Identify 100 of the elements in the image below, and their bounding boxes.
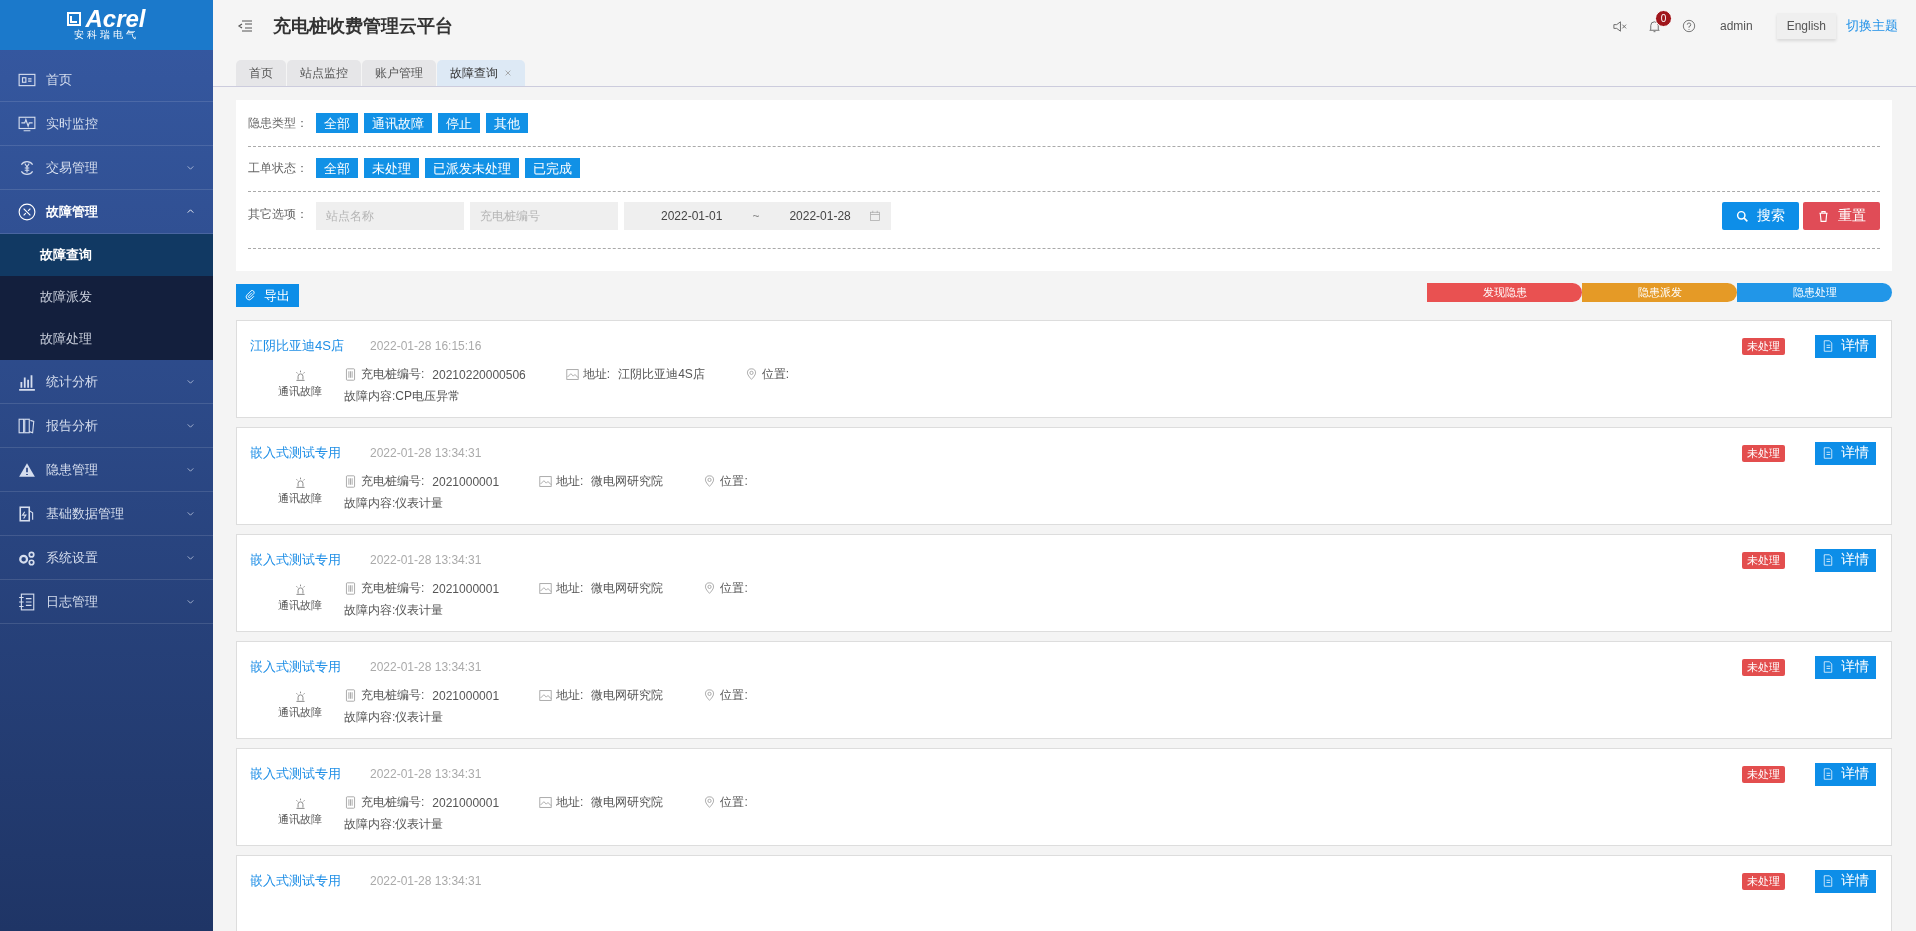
bar-chart-icon (18, 372, 36, 391)
sidebar-menu-item[interactable]: 实时监控 (0, 102, 213, 146)
image-icon (539, 582, 553, 595)
fault-time: 2022-01-28 13:34:31 (370, 874, 482, 888)
document-icon (1822, 768, 1834, 780)
station-name-link[interactable]: 嵌入式测试专用 (250, 658, 370, 676)
chevron-down-icon (186, 509, 195, 518)
fuel-pump-icon (18, 504, 36, 523)
filter-option-button[interactable]: 其他 (486, 113, 528, 133)
fault-time: 2022-01-28 13:34:31 (370, 446, 482, 460)
fault-type: 通讯故障 (278, 491, 322, 506)
location-pin-icon (744, 368, 758, 381)
language-switch[interactable]: English (1776, 13, 1836, 39)
user-name[interactable]: admin (1719, 19, 1753, 33)
submenu-item[interactable]: 故障处理 (0, 318, 213, 360)
status-badge: 未处理 (1742, 444, 1785, 462)
mute-icon (1611, 18, 1627, 34)
yen-cycle-icon (18, 158, 36, 177)
address-label: 地址: (556, 580, 584, 597)
sidebar-menu-item[interactable]: 报告分析 (0, 404, 213, 448)
fault-content: 故障内容:仪表计量 (344, 602, 445, 619)
submenu-item[interactable]: 故障查询 (0, 234, 213, 276)
fault-time: 2022-01-28 13:34:31 (370, 553, 482, 567)
process-step: 发现隐患 (1427, 283, 1582, 302)
fault-type: 通讯故障 (278, 705, 322, 720)
fault-type: 通讯故障 (278, 812, 322, 827)
submenu-item[interactable]: 故障派发 (0, 276, 213, 318)
page-tab[interactable]: 故障查询 (437, 60, 525, 86)
location-label: 位置: (720, 794, 748, 811)
detail-button[interactable]: 详情 (1815, 655, 1876, 679)
alarm-light-icon (293, 690, 307, 703)
station-name-link[interactable]: 江阴比亚迪4S店 (250, 337, 370, 355)
filter-option-button[interactable]: 通讯故障 (364, 113, 432, 133)
notification-bell-icon[interactable] (1646, 18, 1662, 34)
search-button[interactable]: 搜索 (1722, 202, 1799, 230)
filter-option-button[interactable]: 停止 (438, 113, 480, 133)
image-icon (539, 475, 553, 488)
filter-label: 工单状态： (248, 159, 308, 177)
sidebar-menu-item[interactable]: 首页 (0, 58, 213, 102)
detail-button[interactable]: 详情 (1815, 762, 1876, 786)
app-title: 充电桩收费管理云平台 (273, 15, 454, 38)
sidebar-menu-item[interactable]: 隐患管理 (0, 448, 213, 492)
pile-number-label: 充电桩编号: (361, 794, 425, 811)
filter-option-button[interactable]: 全部 (316, 158, 358, 178)
filter-option-button[interactable]: 未处理 (364, 158, 419, 178)
image-icon (539, 796, 553, 809)
address-value: 江阴比亚迪4S店 (618, 366, 705, 383)
image-icon (565, 368, 579, 381)
document-icon (1822, 661, 1834, 673)
sidebar-menu-item[interactable]: 统计分析 (0, 360, 213, 404)
filter-label: 隐患类型： (248, 114, 308, 132)
station-name-link[interactable]: 嵌入式测试专用 (250, 444, 370, 462)
station-name-link[interactable]: 嵌入式测试专用 (250, 872, 370, 890)
chevron-down-icon (186, 597, 195, 606)
alarm-light-icon (293, 369, 307, 382)
station-name-link[interactable]: 嵌入式测试专用 (250, 765, 370, 783)
sidebar-menu-item[interactable]: 交易管理 (0, 146, 213, 190)
address-label: 地址: (556, 473, 584, 490)
chevron-down-icon (186, 377, 195, 386)
fault-content: 故障内容:CP电压异常 (344, 388, 461, 405)
detail-button[interactable]: 详情 (1815, 548, 1876, 572)
sidebar-menu-item[interactable]: 系统设置 (0, 536, 213, 580)
pile-number: 2021000001 (432, 688, 500, 703)
sidebar-menu-item[interactable]: 基础数据管理 (0, 492, 213, 536)
pile-number: 2021000001 (432, 474, 500, 489)
detail-button[interactable]: 详情 (1815, 441, 1876, 465)
fault-type: 通讯故障 (278, 598, 322, 613)
address-value: 微电网研究院 (591, 473, 664, 490)
page-tab[interactable]: 账户管理 (362, 60, 436, 86)
fault-time: 2022-01-28 16:15:16 (370, 339, 482, 353)
detail-button[interactable]: 详情 (1815, 869, 1876, 893)
filter-option-button[interactable]: 全部 (316, 113, 358, 133)
reset-button[interactable]: 重置 (1803, 202, 1880, 230)
theme-switch-link[interactable]: 切换主题 (1846, 17, 1898, 35)
status-badge: 未处理 (1742, 337, 1785, 355)
status-badge: 未处理 (1742, 658, 1785, 676)
page-tab[interactable]: 站点监控 (287, 60, 361, 86)
chevron-down-icon (186, 553, 195, 562)
pile-number: 2021000001 (432, 795, 500, 810)
date-range-field[interactable]: 2022-01-01 ~ 2022-01-28 (624, 202, 891, 230)
export-button[interactable]: 导出 (236, 284, 299, 307)
logo-name: Acrel (85, 9, 146, 29)
image-icon (539, 689, 553, 702)
detail-button[interactable]: 详情 (1815, 334, 1876, 358)
station-name-link[interactable]: 嵌入式测试专用 (250, 551, 370, 569)
filter-option-button[interactable]: 已完成 (525, 158, 580, 178)
location-label: 位置: (720, 473, 748, 490)
fault-time: 2022-01-28 13:34:31 (370, 660, 482, 674)
filter-option-button[interactable]: 已派发未处理 (425, 158, 519, 178)
pile-number: 20210220000506 (432, 367, 526, 382)
pile-number-label: 充电桩编号: (361, 687, 425, 704)
charger-icon (344, 689, 357, 702)
charger-icon (344, 475, 357, 488)
address-value: 微电网研究院 (591, 580, 664, 597)
page-tab[interactable]: 首页 (236, 60, 286, 86)
sidebar-menu-item[interactable]: 日志管理 (0, 580, 213, 624)
pile-number: 2021000001 (432, 581, 500, 596)
fault-content: 故障内容:仪表计量 (344, 816, 445, 833)
menu-icon (237, 18, 253, 34)
location-pin-icon (703, 582, 717, 595)
